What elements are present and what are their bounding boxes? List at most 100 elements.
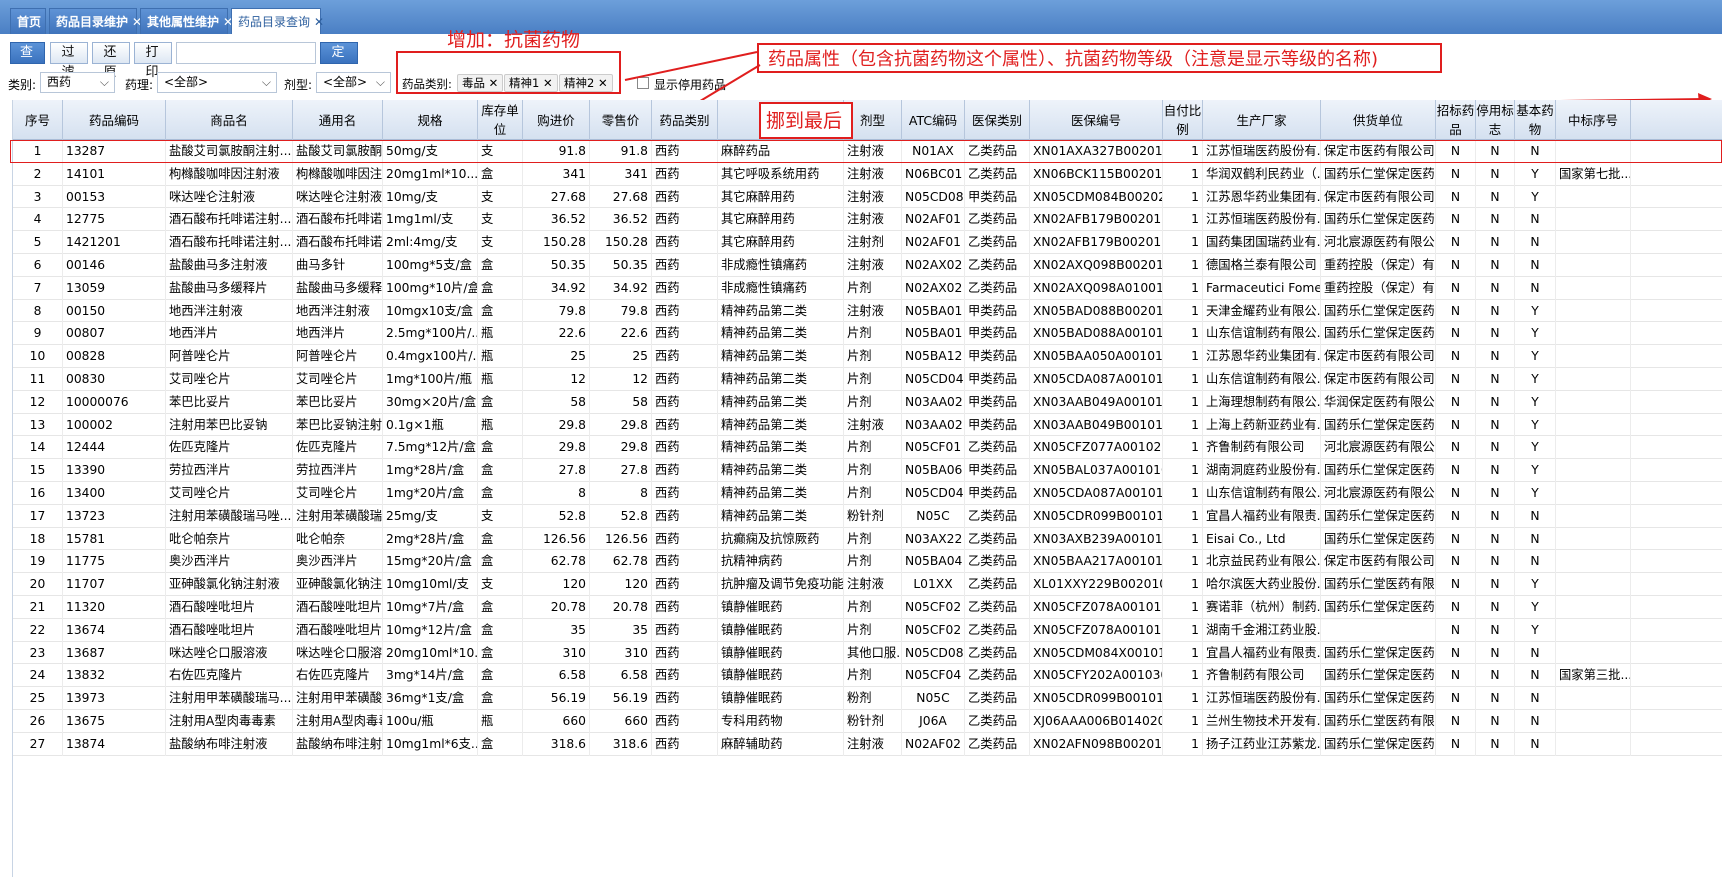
cell-bid-number bbox=[1556, 573, 1631, 596]
cell-insurance-no: XN02AXQ098B002010017... bbox=[1030, 254, 1163, 277]
col-header-disabled-flag[interactable]: 停用标志 bbox=[1476, 100, 1515, 140]
cell-drug-code: 11775 bbox=[63, 550, 166, 574]
cell-spec: 100mg*10片/盒 bbox=[383, 276, 478, 300]
cell-generic-name: 艾司唑仑片 bbox=[293, 368, 383, 391]
col-header-self-pay-ratio[interactable]: 自付比例 bbox=[1163, 100, 1203, 140]
table-row[interactable]: 3 00153 咪达唑仑注射液 咪达唑仑注射液 10mg/支支 27.68 27.68 西药其… bbox=[13, 185, 1722, 209]
col-header-trade-name[interactable]: 商品名 bbox=[166, 100, 293, 140]
table-row[interactable]: 9 00807 地西泮片 地西泮片 2.5mg*100片/... 瓶 22.6 22.6 西药精… bbox=[13, 322, 1722, 346]
cell-manufacturer: 北京益民药业有限公... bbox=[1203, 550, 1321, 574]
cell-retail-price: 35 bbox=[590, 618, 652, 642]
table-row[interactable]: 6 00146 盐酸曲马多注射液 曲马多针 100mg*5支/盒盒 50.35 50.35 西… bbox=[13, 254, 1722, 277]
table-row[interactable]: 2713874盐酸纳布啡注射液盐酸纳布啡注射液10mg1ml*6支...盒318… bbox=[13, 732, 1722, 756]
table-row[interactable]: 24 13832 右佐匹克隆片 右佐匹克隆片 3mg*14片/盒盒 6.58 6.58 西药镇… bbox=[13, 664, 1722, 688]
cell-drug-code: 100002 bbox=[63, 413, 166, 437]
cell-stock-unit: 盒 bbox=[478, 732, 523, 756]
cell-atc-code: N02AF01 bbox=[902, 231, 965, 254]
cell-retail-price: 52.8 bbox=[590, 504, 652, 528]
cell-dosage-form: 片剂 bbox=[844, 345, 902, 368]
col-header-retail-price[interactable]: 零售价 bbox=[590, 100, 652, 140]
table-row[interactable]: 14 12444 佐匹克隆片 佐匹克隆片 7.5mg*12片/盒盒 29.8 29.8 西药精… bbox=[13, 436, 1722, 460]
col-header-tender-drug[interactable]: 招标药品 bbox=[1436, 100, 1476, 140]
cell-self-pay-ratio: 1 bbox=[1163, 504, 1203, 528]
col-header-manufacturer[interactable]: 生产厂家 bbox=[1203, 100, 1321, 140]
cell-retail-price: 29.8 bbox=[590, 436, 652, 460]
cell-purchase-price: 150.28 bbox=[523, 231, 590, 254]
cell-retail-price: 36.52 bbox=[590, 208, 652, 232]
cell-tender-drug: N bbox=[1436, 276, 1476, 300]
table-row[interactable]: 2313687咪达唑仑口服溶液咪达唑仑口服溶液20mg10ml*10...盒31… bbox=[13, 641, 1722, 665]
col-header-drug-category[interactable]: 药品类别 bbox=[652, 100, 718, 140]
cell-seq: 23 bbox=[13, 641, 63, 665]
cell-drug-category: 西药 bbox=[652, 482, 718, 505]
cell-insurance-class: 乙类药品 bbox=[965, 504, 1030, 528]
cell-generic-name: 佐匹克隆片 bbox=[293, 436, 383, 460]
cell-trade-name: 地西泮注射液 bbox=[166, 299, 293, 323]
col-header-purchase-price[interactable]: 购进价 bbox=[523, 100, 590, 140]
table-row[interactable]: 19 11775 奥沙西泮片 奥沙西泮片 15mg*20片/盒盒 62.78 62.78 西药… bbox=[13, 550, 1722, 574]
col-header-seq[interactable]: 序号 bbox=[13, 100, 63, 140]
col-header-insurance-class[interactable]: 医保类别 bbox=[965, 100, 1030, 140]
cell-supplier: 国药乐仁堂医药有限... bbox=[1321, 710, 1436, 733]
cell-essential-drug: Y bbox=[1515, 573, 1556, 596]
cell-dosage-form: 粉针剂 bbox=[844, 710, 902, 733]
cell-spec: 3mg*14片/盒 bbox=[383, 664, 478, 688]
cell-manufacturer: 扬子江药业江苏紫龙... bbox=[1203, 732, 1321, 756]
table-row[interactable]: 214101枸橼酸咖啡因注射液枸橼酸咖啡因注...20mg1ml*10...盒3… bbox=[13, 162, 1722, 186]
col-header-insurance-no[interactable]: 医保编号 bbox=[1030, 100, 1163, 140]
cell-retail-price: 310 bbox=[590, 641, 652, 665]
cell-bid-number bbox=[1556, 482, 1631, 505]
cell-essential-drug: Y bbox=[1515, 482, 1556, 505]
table-row[interactable]: 18 15781 吡仑帕奈片 吡仑帕奈 2mg*28片/盒盒 126.56 126.56 西药… bbox=[13, 527, 1722, 551]
table-row[interactable]: 1713723注射用苯磺酸瑞马唑...注射用苯磺酸瑞...25mg/支支52.8… bbox=[13, 504, 1722, 528]
cell-supplier: 重药控股（保定）有... bbox=[1321, 276, 1436, 300]
cell-pharmacology: 精神药品第二类 bbox=[718, 299, 844, 323]
col-header-drug-code[interactable]: 药品编码 bbox=[63, 100, 166, 140]
cell-spec: 15mg*20片/盒 bbox=[383, 550, 478, 574]
table-row[interactable]: 2513973注射用甲苯磺酸瑞马...注射用甲苯磺酸...36mg*1支/盒盒5… bbox=[13, 687, 1722, 710]
col-header-supplier[interactable]: 供货单位 bbox=[1321, 100, 1436, 140]
cell-retail-price: 12 bbox=[590, 368, 652, 391]
annotation-move-last: 挪到最后 bbox=[766, 110, 843, 132]
table-row[interactable]: 12 10000076 苯巴比妥片 苯巴比妥片 30mg×20片/盒盒 58 58 西药 精神药… bbox=[13, 390, 1722, 414]
table-row[interactable]: 713059盐酸曲马多缓释片盐酸曲马多缓释片100mg*10片/盒盒34.923… bbox=[13, 276, 1722, 300]
table-row[interactable]: 22 13674 酒石酸唑吡坦片 酒石酸唑吡坦片 10mg*12片/盒盒 35 35 西药 镇静… bbox=[13, 618, 1722, 642]
table-row[interactable]: 21 11320 酒石酸唑吡坦片 酒石酸唑吡坦片 10mg*7片/盒盒 20.78 20.7… bbox=[13, 596, 1722, 619]
table-row[interactable]: 13100002注射用苯巴比妥钠苯巴比妥钠注射液0.1g×1瓶瓶29.829.8… bbox=[13, 413, 1722, 437]
col-header-stock-unit[interactable]: 库存单位 bbox=[478, 100, 523, 140]
cell-tender-drug: N bbox=[1436, 436, 1476, 460]
cell-seq: 2 bbox=[13, 162, 63, 186]
cell-insurance-no: XN05CFZ078A001010404... bbox=[1030, 618, 1163, 642]
col-header-generic-name[interactable]: 通用名 bbox=[293, 100, 383, 140]
table-row[interactable]: 51421201酒石酸布托啡诺注射...酒石酸布托啡诺...2ml:4mg/支支… bbox=[13, 231, 1722, 254]
table-row[interactable]: 8 00150 地西泮注射液 地西泮注射液 10mgx10支/盒盒 79.8 79.8 西药精… bbox=[13, 299, 1722, 323]
cell-manufacturer: 上海理想制药有限公... bbox=[1203, 390, 1321, 414]
cell-insurance-class: 乙类药品 bbox=[965, 162, 1030, 186]
cell-trade-name: 盐酸曲马多注射液 bbox=[166, 254, 293, 277]
cell-supplier: 河北宸源医药有限公... bbox=[1321, 436, 1436, 460]
cell-drug-code: 12775 bbox=[63, 208, 166, 232]
col-header-essential-drug[interactable]: 基本药物 bbox=[1515, 100, 1556, 140]
col-header-spec[interactable]: 规格 bbox=[383, 100, 478, 140]
cell-seq: 25 bbox=[13, 687, 63, 710]
table-row[interactable]: 412775酒石酸布托啡诺注射...酒石酸布托啡诺...1mg1ml/支支36.… bbox=[13, 208, 1722, 232]
cell-purchase-price: 52.8 bbox=[523, 504, 590, 528]
col-header-atc-code[interactable]: ATC编码 bbox=[902, 100, 965, 140]
col-header-bid-number[interactable]: 中标序号 bbox=[1556, 100, 1631, 140]
table-row[interactable]: 15 13390 劳拉西泮片 劳拉西泮片 1mg*28片/盒盒 27.8 27.8 西药 精神药… bbox=[13, 459, 1722, 482]
cell-bid-number: 国家第三批... bbox=[1556, 664, 1631, 688]
cell-supplier: 国药乐仁堂保定医药... bbox=[1321, 687, 1436, 710]
cell-atc-code: N02AF01 bbox=[902, 208, 965, 232]
cell-essential-drug: N bbox=[1515, 254, 1556, 277]
cell-pharmacology: 其它麻醉用药 bbox=[718, 208, 844, 232]
table-row[interactable]: 2613675注射用A型肉毒毒素注射用A型肉毒毒...100u/瓶瓶660660… bbox=[13, 710, 1722, 733]
cell-atc-code: N05CF01 bbox=[902, 436, 965, 460]
table-row[interactable]: 11 00830 艾司唑仑片 艾司唑仑片 1mg*100片/瓶瓶 12 12 西药 精神药品第二… bbox=[13, 368, 1722, 391]
table-row[interactable]: 16 13400 艾司唑仑片 艾司唑仑片 1mg*20片/盒盒 8 8 西药 精神药品第二类 片剂… bbox=[13, 482, 1722, 505]
table-row[interactable]: 10 00828 阿普唑仑片 阿普唑仑片 0.4mgx100片/... 瓶 25 25 西药 精神… bbox=[13, 345, 1722, 368]
table-row[interactable]: 2011707亚砷酸氯化钠注射液亚砷酸氯化钠注...10mg10ml/支支120… bbox=[13, 573, 1722, 596]
cell-drug-code: 00828 bbox=[63, 345, 166, 368]
cell-atc-code: N03AA02 bbox=[902, 390, 965, 414]
cell-purchase-price: 6.58 bbox=[523, 664, 590, 688]
cell-disabled-flag: N bbox=[1476, 710, 1515, 733]
